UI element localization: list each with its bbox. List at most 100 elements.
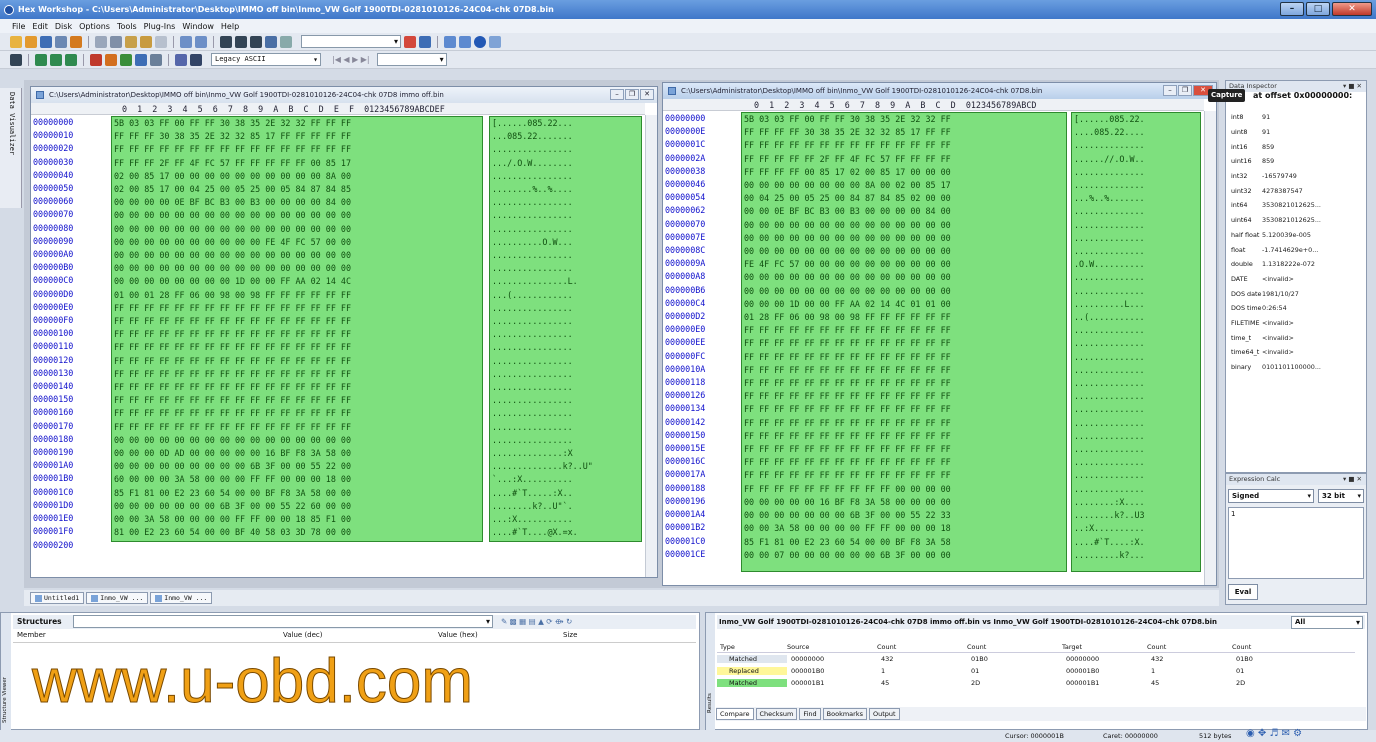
redo-icon[interactable] (180, 35, 192, 48)
results-sidetab[interactable]: Results (706, 613, 715, 730)
structure-tools-icon[interactable]: ✎ ▩ ▦ ▤ ▲ ⟳ ⟴ ↻ (501, 615, 572, 629)
find-next-icon[interactable] (235, 35, 247, 48)
paste-icon[interactable] (140, 35, 152, 48)
cut-icon[interactable] (110, 35, 122, 48)
menu-window[interactable]: Window (182, 22, 214, 31)
value-hex-header[interactable]: Value (hex) (438, 631, 563, 642)
inspector-row[interactable]: FILETIME <invalid> (1226, 316, 1366, 331)
bookmark-icon[interactable] (280, 35, 292, 48)
window-minimize-button[interactable]: – (1163, 85, 1177, 96)
menu-edit[interactable]: Edit (32, 22, 48, 31)
inspector-row[interactable]: half float 5.120039e-005 (1226, 228, 1366, 243)
inspector-row[interactable]: DOS date 1981/10/27 (1226, 286, 1366, 301)
shift-icon[interactable] (105, 53, 117, 66)
new-file-icon[interactable] (10, 35, 22, 48)
goto-icon[interactable] (265, 35, 277, 48)
signed-select[interactable]: Signed (1228, 489, 1314, 503)
search-icon[interactable] (404, 35, 416, 48)
member-header[interactable]: Member (13, 631, 283, 642)
minimize-button[interactable]: – (1280, 2, 1304, 16)
value-dec-header[interactable]: Value (dec) (283, 631, 438, 642)
vertical-scrollbar[interactable] (1204, 111, 1216, 585)
tab-find[interactable]: Find (799, 708, 821, 720)
tab-compare[interactable]: Compare (716, 708, 754, 720)
inspector-row[interactable]: double 1.1318222e-072 (1226, 257, 1366, 272)
source-header[interactable]: Source (787, 643, 877, 651)
expression-input[interactable]: 1 (1228, 507, 1364, 579)
encoding-select[interactable]: Legacy ASCII (211, 53, 321, 66)
bits-select[interactable]: 32 bit (1318, 489, 1364, 503)
compare-filter-select[interactable]: All (1291, 616, 1363, 629)
inspector-row[interactable]: int64 3530821012625... (1226, 198, 1366, 213)
memory-icon[interactable] (190, 53, 202, 66)
replace-icon[interactable] (250, 35, 262, 48)
delete-icon[interactable] (155, 35, 167, 48)
ascii-column[interactable]: [......085.22. ....085.22................… (1071, 112, 1201, 572)
hex-data-column[interactable]: 5B 03 03 FF 00 FF FF 30 38 35 2E 32 32 F… (111, 116, 483, 542)
menu-disk[interactable]: Disk (55, 22, 72, 31)
compare-row[interactable]: Matched 00000000 432 01B0 00000000 432 01B0 (717, 653, 1355, 665)
window-layout-icon[interactable] (459, 35, 471, 48)
count-header[interactable]: Count (877, 643, 967, 651)
menu-file[interactable]: File (12, 22, 25, 31)
disk-icon[interactable] (175, 53, 187, 66)
inspector-row[interactable]: float -1.7414629e+0... (1226, 242, 1366, 257)
tab-inmo-1[interactable]: Inmo_VW ... (86, 592, 149, 604)
invert-icon[interactable] (120, 53, 132, 66)
tray-icons[interactable]: ◉ ✥ ♬ ✉ ⚙ (1246, 728, 1302, 740)
hex-window-immo-off[interactable]: C:\Users\Administrator\Desktop\IMMO off … (30, 86, 658, 578)
record-icon[interactable] (474, 35, 486, 48)
compare-row[interactable]: Replaced 000001B0 1 01 000001B0 1 01 (717, 665, 1355, 677)
inspector-row[interactable]: uint64 3530821012625... (1226, 213, 1366, 228)
target-header[interactable]: Target (1062, 643, 1147, 651)
bits-icon[interactable] (150, 53, 162, 66)
panel-pin-icon[interactable]: ▾ ■ ✕ (1343, 474, 1362, 485)
menu-tools[interactable]: Tools (117, 22, 137, 31)
inspector-row[interactable]: int8 91 (1226, 110, 1366, 125)
inspector-row[interactable]: DATE <invalid> (1226, 272, 1366, 287)
vertical-scrollbar[interactable] (645, 115, 657, 577)
inspector-row[interactable]: time64_t <invalid> (1226, 345, 1366, 360)
target-count-header[interactable]: Count (1147, 643, 1232, 651)
menu-plugins[interactable]: Plug-Ins (144, 22, 176, 31)
inspector-row[interactable]: DOS time 0:26:54 (1226, 301, 1366, 316)
data-visualizer-tab[interactable]: Data Visualizer (0, 88, 22, 208)
structures-icon[interactable] (65, 53, 77, 66)
checksum-icon[interactable] (50, 53, 62, 66)
inspector-row[interactable]: binary 0101101100000... (1226, 360, 1366, 375)
target-count-hex-header[interactable]: Count (1232, 643, 1312, 651)
eval-button[interactable]: Eval (1228, 584, 1258, 600)
inspector-row[interactable]: uint32 4278387547 (1226, 183, 1366, 198)
window-restore-button[interactable]: ❐ (625, 89, 639, 100)
calculator-icon[interactable] (489, 35, 501, 48)
open-file-icon[interactable] (25, 35, 37, 48)
inspector-row[interactable]: uint16 859 (1226, 154, 1366, 169)
record-combo[interactable] (376, 53, 447, 66)
compare-row[interactable]: Matched 000001B1 45 2D 000001B1 45 2D (717, 677, 1355, 689)
search-options-icon[interactable] (419, 35, 431, 48)
type-header[interactable]: Type (717, 643, 787, 651)
properties-icon[interactable] (70, 35, 82, 48)
ascii-column[interactable]: [......085.22... ...085.22...............… (489, 116, 642, 542)
inspector-row[interactable]: time_t <invalid> (1226, 330, 1366, 345)
nav-arrows-icon[interactable]: |◀ ◀ ▶ ▶| (332, 55, 370, 64)
window-close-button[interactable]: ✕ (640, 89, 654, 100)
size-header[interactable]: Size (563, 631, 663, 642)
compare-icon[interactable] (444, 35, 456, 48)
edit-mode-icon[interactable] (10, 53, 22, 66)
copy-icon[interactable] (125, 35, 137, 48)
repeat-icon[interactable] (195, 35, 207, 48)
tab-inmo-2[interactable]: Inmo_VW ... (150, 592, 213, 604)
tab-output[interactable]: Output (869, 708, 900, 720)
fill-icon[interactable] (135, 53, 147, 66)
maximize-button[interactable]: □ (1306, 2, 1330, 16)
tab-untitled[interactable]: Untitled1 (30, 592, 85, 604)
tab-bookmarks[interactable]: Bookmarks (822, 708, 867, 720)
base-convert-icon[interactable] (35, 53, 47, 66)
find-icon[interactable] (220, 35, 232, 48)
print-icon[interactable] (55, 35, 67, 48)
inspector-row[interactable]: int16 859 (1226, 139, 1366, 154)
operations-icon[interactable] (90, 53, 102, 66)
menu-help[interactable]: Help (221, 22, 239, 31)
save-icon[interactable] (40, 35, 52, 48)
